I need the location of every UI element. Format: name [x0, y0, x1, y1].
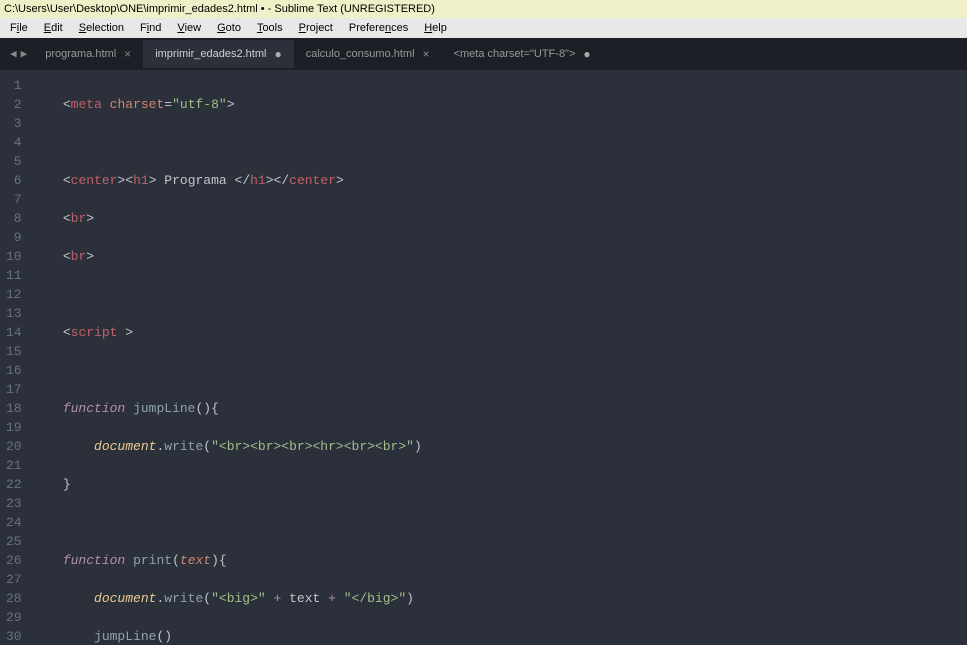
line-number[interactable]: 29	[6, 608, 22, 627]
line-number[interactable]: 12	[6, 285, 22, 304]
line-number[interactable]: 27	[6, 570, 22, 589]
unsaved-icon[interactable]: ●	[274, 47, 281, 61]
line-number[interactable]: 6	[6, 171, 22, 190]
line-number[interactable]: 26	[6, 551, 22, 570]
line-number[interactable]: 9	[6, 228, 22, 247]
line-number[interactable]: 23	[6, 494, 22, 513]
tab-programa[interactable]: programa.html ×	[33, 40, 143, 68]
tab-imprimir-edades2[interactable]: imprimir_edades2.html ●	[143, 40, 294, 68]
tab-bar: ◀ ▶ programa.html × imprimir_edades2.htm…	[0, 38, 967, 70]
menu-project[interactable]: Project	[291, 20, 341, 36]
line-number[interactable]: 30	[6, 627, 22, 645]
tab-label: imprimir_edades2.html	[155, 48, 266, 60]
line-number[interactable]: 22	[6, 475, 22, 494]
line-number[interactable]: 15	[6, 342, 22, 361]
line-number[interactable]: 1	[6, 76, 22, 95]
line-number[interactable]: 13	[6, 304, 22, 323]
line-number[interactable]: 18	[6, 399, 22, 418]
menu-view[interactable]: View	[169, 20, 209, 36]
line-number[interactable]: 17	[6, 380, 22, 399]
line-number[interactable]: 8	[6, 209, 22, 228]
line-number[interactable]: 24	[6, 513, 22, 532]
line-number[interactable]: 5	[6, 152, 22, 171]
line-gutter: 1 2 3 4 5 6 7 8 9 10 11 12 13 14 15 16 1…	[0, 70, 32, 645]
tab-nav-back[interactable]: ◀	[10, 47, 17, 61]
unsaved-icon[interactable]: ●	[583, 47, 590, 61]
close-icon[interactable]: ×	[124, 47, 131, 61]
menu-bar: File Edit Selection Find View Goto Tools…	[0, 18, 967, 38]
tab-label: calculo_consumo.html	[306, 48, 415, 60]
menu-tools[interactable]: Tools	[249, 20, 291, 36]
line-number[interactable]: 10	[6, 247, 22, 266]
line-number[interactable]: 4	[6, 133, 22, 152]
line-number[interactable]: 2	[6, 95, 22, 114]
menu-find[interactable]: Find	[132, 20, 169, 36]
tab-meta-charset[interactable]: <meta charset="UTF-8"> ●	[442, 40, 603, 68]
tab-label: <meta charset="UTF-8">	[454, 48, 576, 60]
tab-nav-forward[interactable]: ▶	[21, 47, 28, 61]
line-number[interactable]: 19	[6, 418, 22, 437]
line-number[interactable]: 28	[6, 589, 22, 608]
menu-edit[interactable]: Edit	[36, 20, 71, 36]
tab-nav: ◀ ▶	[4, 47, 33, 61]
line-number[interactable]: 3	[6, 114, 22, 133]
line-number[interactable]: 16	[6, 361, 22, 380]
menu-help[interactable]: Help	[416, 20, 455, 36]
editor: 1 2 3 4 5 6 7 8 9 10 11 12 13 14 15 16 1…	[0, 70, 967, 645]
line-number[interactable]: 20	[6, 437, 22, 456]
tab-label: programa.html	[45, 48, 116, 60]
menu-preferences[interactable]: Preferences	[341, 20, 416, 36]
menu-selection[interactable]: Selection	[71, 20, 132, 36]
menu-file[interactable]: File	[2, 20, 36, 36]
line-number[interactable]: 21	[6, 456, 22, 475]
close-icon[interactable]: ×	[423, 47, 430, 61]
code-area[interactable]: <meta charset="utf-8"> <center><h1> Prog…	[32, 70, 967, 645]
title-text: C:\Users\User\Desktop\ONE\imprimir_edade…	[4, 3, 435, 15]
title-bar: C:\Users\User\Desktop\ONE\imprimir_edade…	[0, 0, 967, 18]
line-number[interactable]: 25	[6, 532, 22, 551]
menu-goto[interactable]: Goto	[209, 20, 249, 36]
line-number[interactable]: 7	[6, 190, 22, 209]
line-number[interactable]: 14	[6, 323, 22, 342]
line-number[interactable]: 11	[6, 266, 22, 285]
tab-calculo-consumo[interactable]: calculo_consumo.html ×	[294, 40, 442, 68]
